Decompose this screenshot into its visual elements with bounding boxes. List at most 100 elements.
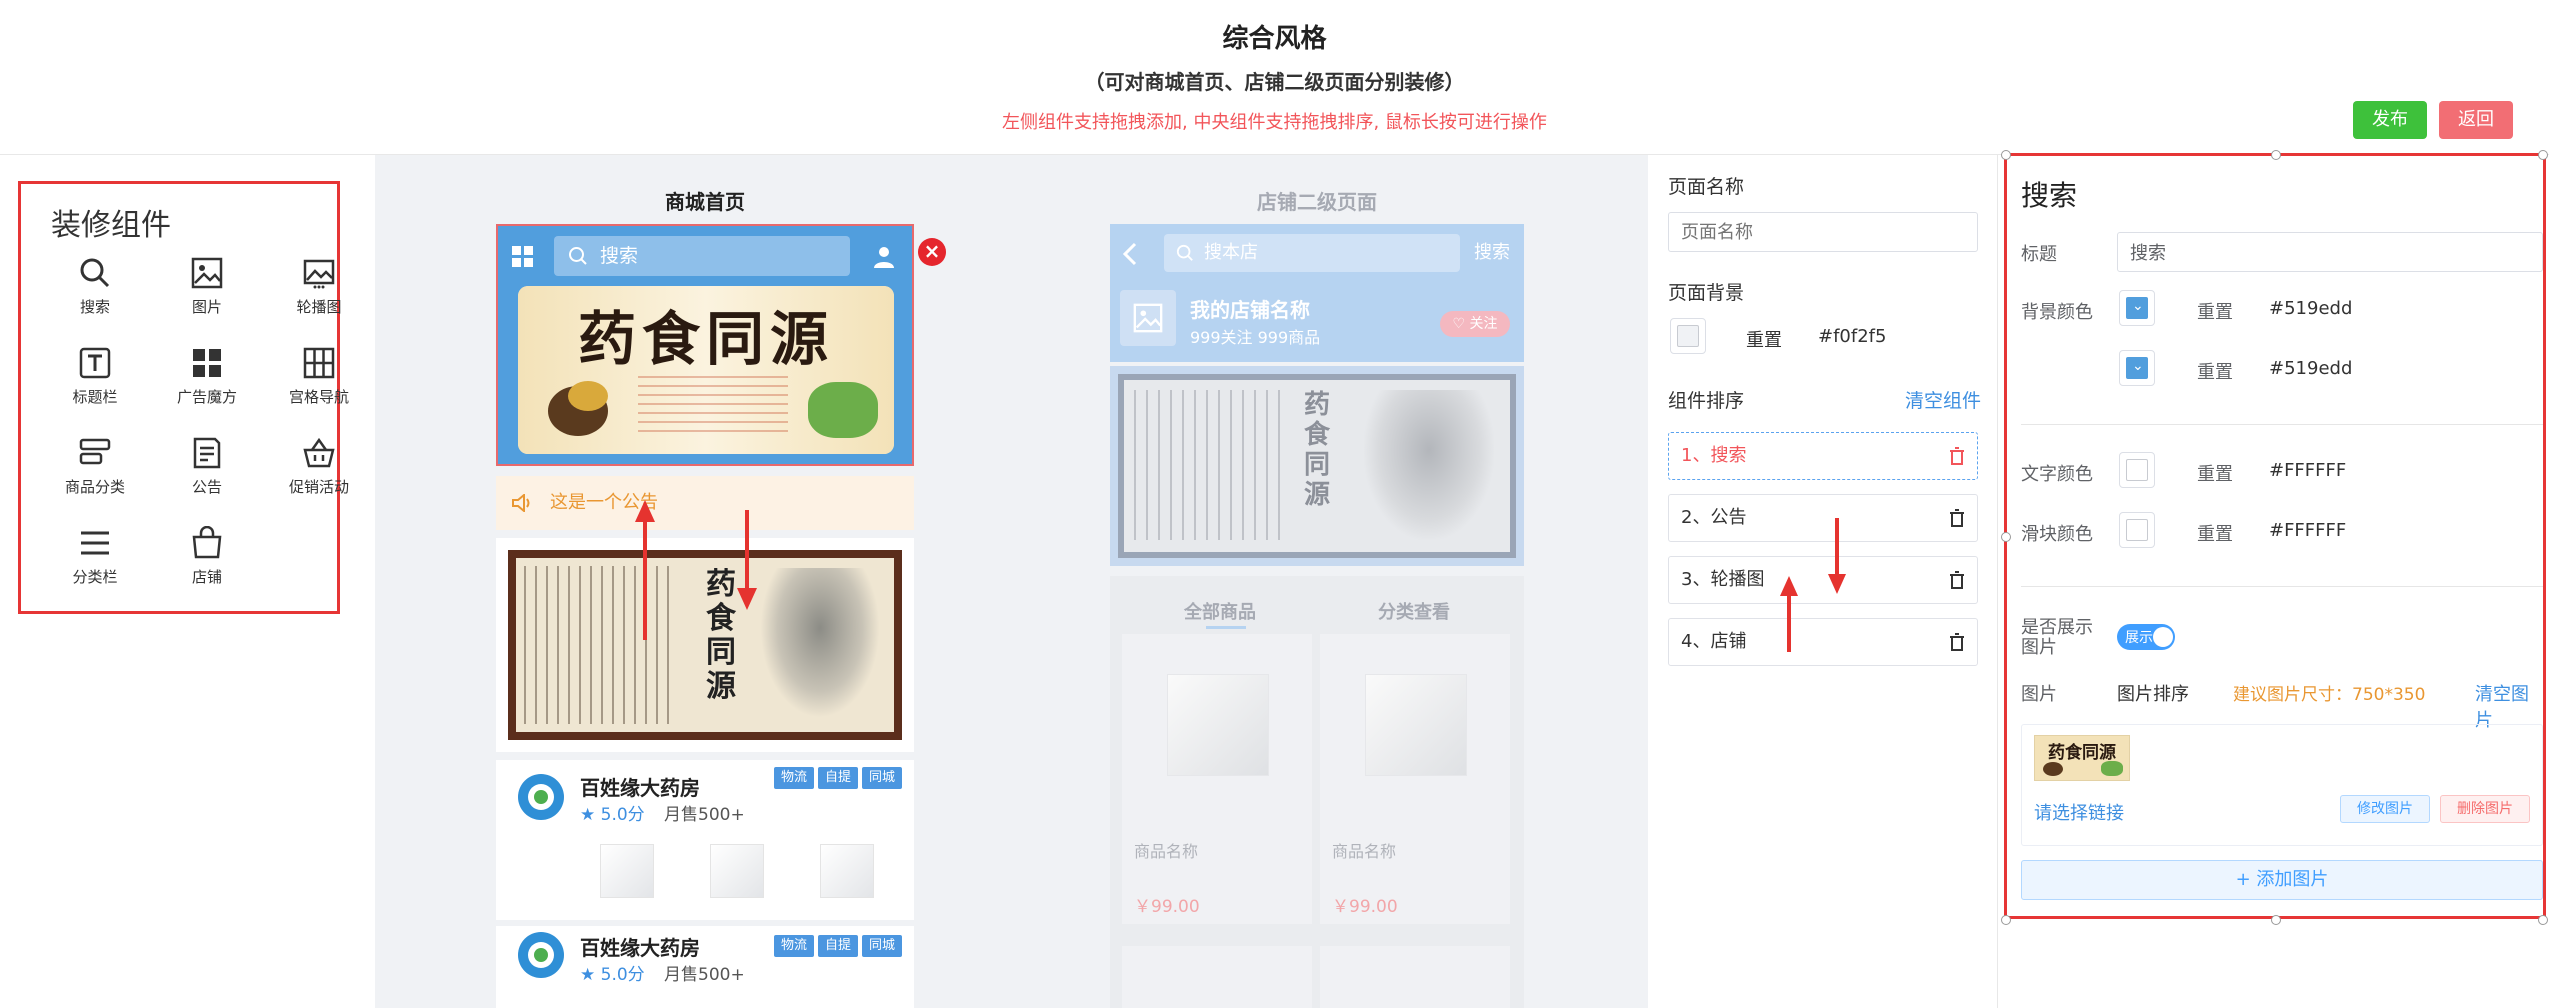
component-label: 店铺 [191,568,222,586]
goods-thumbnail [600,844,654,898]
basket-icon [303,437,335,468]
image-icon [191,257,223,289]
page-background-label: 页面背景 [1668,282,1745,304]
page-background-reset[interactable]: 重置 [1746,326,1782,352]
resize-handle[interactable] [2271,150,2281,160]
text-color-value: #FFFFFF [2269,460,2347,481]
trash-icon[interactable] [1949,633,1965,651]
component-title-bar[interactable]: 标题栏 [39,346,151,426]
store-logo-icon [518,932,564,978]
component-label: 标题栏 [72,388,118,406]
back-arrow-icon [1122,242,1137,266]
category-icon [79,438,111,465]
home-store-card[interactable]: 百姓缘大药房 ★ 5.0分 月售500+ 物流 自提 同城 [496,926,914,1008]
component-label: 图片 [191,298,222,316]
sort-item-label: 1、搜索 [1681,445,1747,466]
component-label: 商品分类 [64,478,125,496]
search-title-input[interactable] [2117,232,2543,272]
component-ad-cube[interactable]: 广告魔方 [151,346,263,426]
show-image-toggle[interactable]: 展示 [2117,624,2175,650]
trash-icon[interactable] [1949,571,1965,589]
page-name-input[interactable] [1668,212,1978,252]
publish-button[interactable]: 发布 [2353,101,2427,139]
sort-item-carousel[interactable]: 3、轮播图 [1668,556,1978,604]
resize-handle[interactable] [2001,150,2011,160]
store-rating: ★ 5.0分 [580,805,645,825]
component-label: 公告 [191,478,222,496]
bg-color-swatch-1[interactable]: ⌄ [2119,290,2155,326]
bg-color-1-reset[interactable]: 重置 [2197,298,2233,324]
clear-components-button[interactable]: 清空组件 [1905,386,1981,413]
components-panel-title: 装修组件 [51,208,171,243]
resize-handle[interactable] [2538,915,2548,925]
follow-button: ♡ 关注 [1440,311,1510,337]
choose-link-button[interactable]: 请选择链接 [2034,799,2124,825]
component-grid-nav[interactable]: 宫格导航 [263,346,375,426]
bg-color-label: 背景颜色 [2021,302,2093,323]
usage-tip: 左侧组件支持拖拽添加, 中央组件支持拖拽排序, 鼠标长按可进行操作 [1002,112,1547,133]
trash-icon[interactable] [1949,509,1965,527]
apps-grid-icon[interactable] [512,246,534,268]
show-image-label: 是否展示 图片 [2021,617,2093,658]
component-search[interactable]: 搜索 [39,256,151,336]
store-sales: 月售500+ [664,965,745,985]
trash-icon[interactable] [1949,447,1965,465]
bg-color-swatch-2[interactable]: ⌄ [2119,350,2155,386]
component-goods-category[interactable]: 商品分类 [39,436,151,516]
section-divider [2021,586,2543,587]
bg-color-2-reset[interactable]: 重置 [2197,358,2233,384]
page-background-swatch[interactable] [1670,318,1706,354]
image-item-card: 药食同源 请选择链接 修改图片 删除图片 [2021,724,2543,846]
store-tag: 同城 [861,935,902,957]
sort-item-notice[interactable]: 2、公告 [1668,494,1978,542]
page-title: 综合风格 [1222,24,1327,54]
goods-price: ￥99.00 [1332,897,1398,917]
sort-item-shop[interactable]: 4、店铺 [1668,618,1978,666]
component-carousel[interactable]: 轮播图 [263,256,375,336]
text-color-reset[interactable]: 重置 [2197,460,2233,486]
shop-search-placeholder: 搜本店 [1204,242,1258,263]
page-subtitle: （可对商城首页、店铺二级页面分别装修） [1084,70,1465,94]
component-shop[interactable]: 店铺 [151,526,263,606]
resize-handle[interactable] [2538,150,2548,160]
resize-handle[interactable] [2001,532,2011,542]
add-image-button[interactable]: + 添加图片 [2021,860,2543,900]
home-search-component[interactable]: 搜索 药食同源 [496,224,914,466]
store-tag: 物流 [773,935,814,957]
resize-handle[interactable] [2271,915,2281,925]
remove-component-close-icon[interactable]: × [918,238,946,266]
slider-color-reset[interactable]: 重置 [2197,520,2233,546]
shop-tab-all-goods: 全部商品 [1184,602,1256,623]
slider-color-label: 滑块颜色 [2021,524,2093,545]
component-category-bar[interactable]: 分类栏 [39,526,151,606]
sort-item-search[interactable]: 1、搜索 [1668,432,1978,480]
sort-arrow-up-icon [1780,576,1798,652]
home-search-placeholder: 搜索 [600,245,639,267]
goods-name: 商品名称 [1332,842,1397,861]
component-image[interactable]: 图片 [151,256,263,336]
sort-arrow-down-icon [1828,518,1846,594]
home-search-input[interactable]: 搜索 [554,236,850,276]
store-tag: 自提 [817,767,858,789]
slider-color-swatch[interactable] [2119,512,2155,548]
component-notice[interactable]: 公告 [151,436,263,516]
back-button[interactable]: 返回 [2439,101,2513,139]
user-icon[interactable] [872,245,896,269]
home-notice-component[interactable]: 这是一个公告 [496,476,914,530]
home-store-card[interactable]: 百姓缘大药房 ★ 5.0分 月售500+ 物流 自提 同城 [496,760,914,920]
resize-handle[interactable] [2001,915,2011,925]
goods-price: ￥99.00 [1134,897,1200,917]
shop-goods-card [1320,946,1510,1008]
home-search-banner-image: 药食同源 [518,286,894,454]
edit-image-button[interactable]: 修改图片 [2340,795,2430,823]
delete-image-button[interactable]: 删除图片 [2440,795,2530,823]
text-color-label: 文字颜色 [2021,464,2093,485]
component-label: 促销活动 [288,478,349,496]
shop-banner-preview: 药食同源 [1110,366,1524,566]
home-carousel-component[interactable]: 药食同源 [496,538,914,752]
component-promotion[interactable]: 促销活动 [263,436,375,516]
store-name: 百姓缘大药房 [580,776,700,800]
shop-bag-icon [192,526,222,559]
settings-divider [1997,155,1998,1008]
text-color-swatch[interactable] [2119,452,2155,488]
